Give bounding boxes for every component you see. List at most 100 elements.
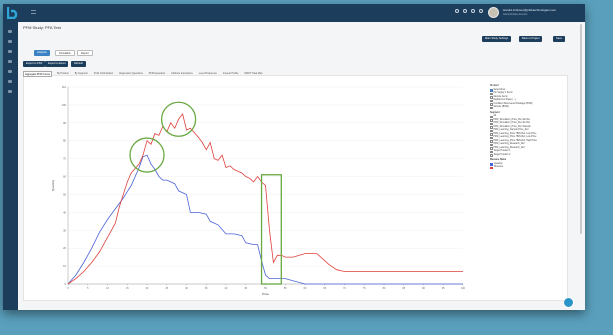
segment-checkbox[interactable] bbox=[490, 119, 493, 122]
segment-checkbox[interactable] bbox=[490, 140, 493, 143]
mail-icon[interactable] bbox=[471, 9, 475, 13]
x-tick-label: 85 bbox=[402, 287, 405, 290]
tab-level-preference[interactable]: Level Preference bbox=[198, 71, 218, 77]
tab-simulation[interactable]: Simulation bbox=[55, 50, 76, 56]
pfm-curves-chart: 0 10 20 30 40 50 60 70 80 90 100 110 0 5 10 15 20 25 30 35 4… bbox=[51, 85, 466, 296]
series-line-revenue bbox=[67, 112, 463, 285]
product-checkbox[interactable] bbox=[490, 92, 493, 95]
tab-by-segment[interactable]: By Segment bbox=[74, 71, 89, 77]
x-tick-label: 30 bbox=[185, 287, 188, 290]
tab-profit-optimization[interactable]: Profit Optimization bbox=[93, 71, 115, 77]
save-button[interactable]: Save bbox=[553, 36, 565, 42]
segment-checkbox[interactable] bbox=[490, 150, 493, 153]
product-list: Select Row Pic Supply 1 Items Sample Items… bbox=[490, 89, 570, 110]
segment-checkbox[interactable] bbox=[490, 147, 493, 150]
files-icon[interactable] bbox=[8, 70, 12, 73]
notifications-icon[interactable] bbox=[463, 9, 467, 13]
segment-list: All PFM_Simulation_Price_Run Ref Ex PFM_Si… bbox=[490, 115, 570, 157]
user-avatar[interactable] bbox=[488, 7, 499, 18]
segment-checkbox[interactable] bbox=[490, 133, 493, 136]
dashboard-icon[interactable] bbox=[8, 30, 12, 33]
export-excel-button[interactable]: Export to Excel bbox=[45, 61, 69, 67]
y-tick-label: 30 bbox=[63, 228, 66, 232]
app-logo[interactable] bbox=[7, 6, 18, 19]
settings-icon[interactable] bbox=[8, 80, 12, 83]
export-pdf-button[interactable]: Export to PDF bbox=[23, 61, 46, 67]
x-tick-label: 60 bbox=[304, 287, 307, 290]
highlight-rectangle bbox=[260, 174, 282, 285]
refresh-button[interactable]: Refresh bbox=[71, 61, 87, 67]
sidebar bbox=[3, 22, 18, 310]
y-tick-label: 80 bbox=[63, 139, 66, 143]
app-window: Harold Johnson@pfsbtechnologies.com Admi… bbox=[3, 4, 585, 310]
top-bar: Harold Johnson@pfsbtechnologies.com Admi… bbox=[3, 4, 585, 22]
page-title: PFM Study: PFA Test bbox=[23, 25, 61, 30]
y-tick-label: 60 bbox=[63, 175, 66, 179]
user-role: Administrative Account bbox=[503, 12, 528, 16]
measure-list: Quantity Revenue bbox=[490, 163, 570, 170]
segment-checkbox[interactable] bbox=[490, 115, 493, 118]
x-tick-label: 100 bbox=[461, 287, 466, 290]
page-scrollbar[interactable] bbox=[580, 24, 582, 234]
x-tick-label: 90 bbox=[422, 287, 425, 290]
x-tick-label: 35 bbox=[205, 287, 208, 290]
user-name: Harold Johnson@pfsbtechnologies.com bbox=[503, 8, 557, 12]
help-icon[interactable] bbox=[479, 9, 483, 13]
segment-checkbox[interactable] bbox=[490, 143, 493, 146]
tab-report[interactable]: Report bbox=[77, 50, 93, 56]
segment-checkbox[interactable] bbox=[490, 129, 493, 132]
segment-label: Target Product 2 bbox=[493, 153, 511, 156]
y-tick-label: 90 bbox=[63, 121, 66, 125]
x-tick-label: 20 bbox=[146, 287, 149, 290]
x-tick-label: 25 bbox=[165, 287, 168, 290]
settings-icon[interactable] bbox=[455, 9, 459, 13]
segment-checkbox[interactable] bbox=[490, 154, 493, 157]
chat-icon[interactable] bbox=[563, 297, 574, 308]
segment-checkbox[interactable] bbox=[490, 122, 493, 125]
projects-icon[interactable] bbox=[8, 40, 12, 43]
reports-icon[interactable] bbox=[8, 60, 12, 63]
back-to-project-button[interactable]: Back to Project bbox=[519, 36, 543, 42]
help-icon[interactable] bbox=[8, 90, 12, 93]
product-checkbox[interactable] bbox=[490, 103, 493, 106]
segment-checkbox[interactable] bbox=[490, 136, 493, 139]
top-icons bbox=[455, 9, 483, 13]
x-axis-label: Price bbox=[262, 292, 269, 296]
product-checkbox[interactable] bbox=[490, 89, 493, 92]
segment-checkbox[interactable] bbox=[490, 126, 493, 129]
x-tick-label: 0 bbox=[67, 287, 69, 290]
tab-attribute-importance[interactable]: Attribute Importance bbox=[170, 71, 194, 77]
y-tick-label: 110 bbox=[62, 85, 67, 89]
measure-swatch bbox=[490, 163, 493, 166]
tab-analysis[interactable]: Analysis bbox=[34, 50, 50, 56]
x-tick-label: 50 bbox=[264, 287, 267, 290]
tab-swot-heat-map[interactable]: SWOT Heat Map bbox=[243, 71, 263, 77]
tab-regression-questions[interactable]: Regression Questions bbox=[118, 71, 144, 77]
x-tick-label: 45 bbox=[244, 287, 247, 290]
product-checkbox[interactable] bbox=[490, 99, 493, 102]
y-axis-label: Quantity bbox=[51, 179, 55, 191]
y-tick-label: 100 bbox=[62, 103, 67, 107]
x-tick-label: 10 bbox=[106, 287, 109, 290]
product-checkbox[interactable] bbox=[490, 96, 493, 99]
menu-toggle-icon[interactable] bbox=[31, 10, 36, 14]
tab-by-product[interactable]: By Product bbox=[56, 71, 70, 77]
y-tick-label: 70 bbox=[63, 157, 66, 161]
x-tick-label: 75 bbox=[363, 287, 366, 290]
y-tick-label: 40 bbox=[63, 210, 66, 214]
y-tick-label: 10 bbox=[63, 264, 66, 268]
measure-item[interactable]: Revenue bbox=[490, 166, 570, 170]
x-tick-label: 15 bbox=[126, 287, 129, 290]
tab-pfm-questions[interactable]: PFM Questions bbox=[148, 71, 166, 77]
product-checkbox[interactable] bbox=[490, 106, 493, 109]
x-tick-label: 5 bbox=[87, 287, 89, 290]
result-tabs: Aggregate PFM Curves By Product By Segme… bbox=[23, 71, 263, 77]
x-tick-label: 80 bbox=[383, 287, 386, 290]
tab-interest-profile[interactable]: Interest Profile bbox=[222, 71, 239, 77]
main-study-settings-button[interactable]: Main Study Settings bbox=[482, 36, 512, 42]
x-tick-label: 55 bbox=[284, 287, 287, 290]
analysis-icon[interactable] bbox=[8, 50, 12, 53]
tab-aggregate-pfm-curves[interactable]: Aggregate PFM Curves bbox=[23, 71, 52, 77]
user-info[interactable]: Harold Johnson@pfsbtechnologies.com Admi… bbox=[503, 8, 557, 16]
y-tick-label: 20 bbox=[63, 246, 66, 250]
